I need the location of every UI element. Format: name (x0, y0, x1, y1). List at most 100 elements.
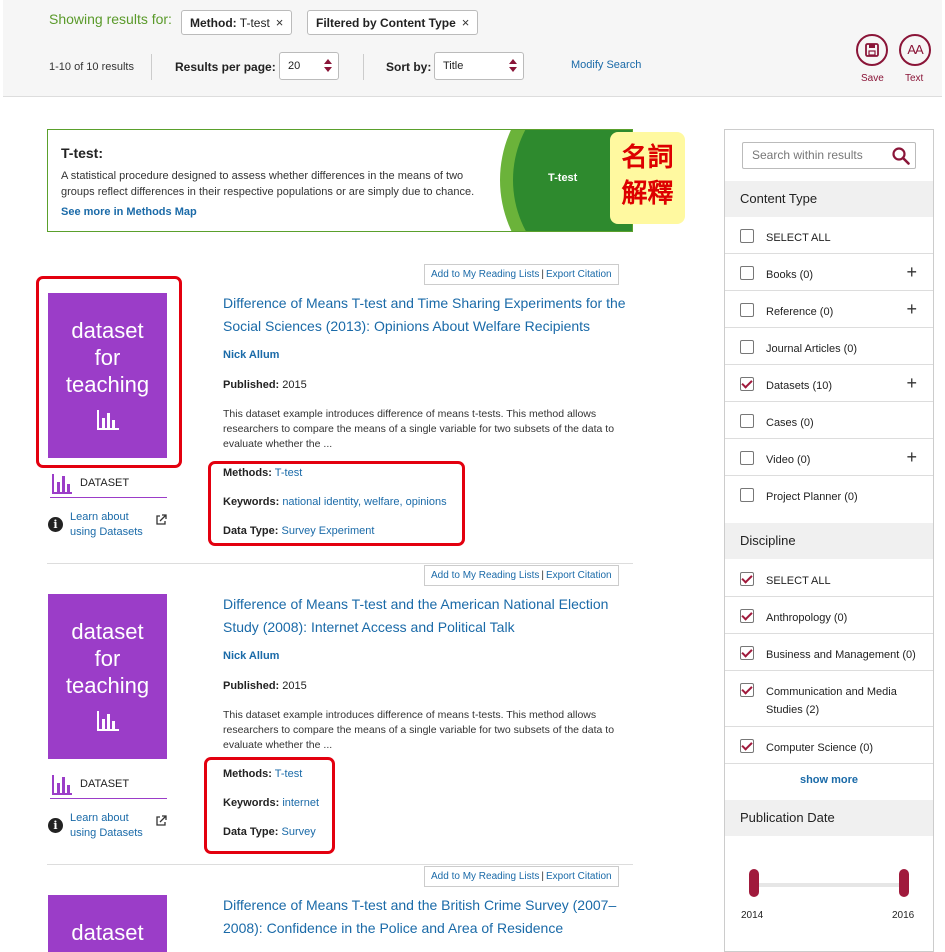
show-more-link[interactable]: show more (725, 774, 933, 786)
result-published: Published: 2015 (223, 379, 307, 391)
showing-label: Showing results for: (49, 11, 172, 27)
learn-link[interactable]: Learn about using Datasets (70, 510, 143, 540)
result-description: This dataset example introduces differen… (223, 709, 615, 751)
bar-chart-icon (96, 711, 119, 731)
method-title: T-test: (61, 145, 103, 161)
chevron-updown-icon (509, 59, 517, 73)
year-min: 2014 (741, 910, 764, 921)
export-citation-link[interactable]: Export Citation (546, 570, 612, 581)
filter-chip-content-type[interactable]: Filtered by Content Type × (307, 10, 479, 35)
sort-value: Title (443, 60, 464, 72)
discipline-anthropology[interactable]: Anthropology (0) (725, 597, 933, 634)
filter-reference[interactable]: Reference (0) + (725, 291, 933, 328)
dataset-thumbnail[interactable]: dataset for teaching (48, 594, 167, 759)
checkbox-checked[interactable] (740, 609, 754, 623)
result-actions: Add to My Reading Lists | Export Citation (424, 264, 619, 285)
chip-value: T-test (236, 16, 270, 30)
slider-handle-max[interactable] (899, 869, 909, 897)
filter-label: Business and Management (0) (766, 649, 916, 661)
divider (151, 54, 152, 80)
bar-chart-icon (52, 775, 72, 795)
filter-datasets[interactable]: Datasets (10) + (725, 365, 933, 402)
slider-handle-min[interactable] (749, 869, 759, 897)
plus-icon[interactable]: + (906, 447, 917, 468)
checkbox[interactable] (740, 229, 754, 243)
plus-icon[interactable]: + (906, 262, 917, 283)
checkbox[interactable] (740, 414, 754, 428)
divider (363, 54, 364, 80)
export-citation-link[interactable]: Export Citation (546, 269, 612, 280)
add-to-reading-list-link[interactable]: Add to My Reading Lists (431, 871, 539, 882)
text-size-button[interactable]: AA (899, 34, 931, 66)
discipline-communication[interactable]: Communication and Media Studies (2) (725, 671, 933, 727)
filter-journal-articles[interactable]: Journal Articles (0) (725, 328, 933, 365)
filter-label: Journal Articles (0) (766, 343, 858, 355)
result-title[interactable]: Difference of Means T-test and Time Shar… (223, 292, 638, 338)
filter-project-planner[interactable]: Project Planner (0) (725, 476, 933, 513)
per-page-select[interactable]: 20 (279, 52, 339, 80)
filter-video[interactable]: Video (0) + (725, 439, 933, 476)
add-to-reading-list-link[interactable]: Add to My Reading Lists (431, 269, 539, 280)
filter-books[interactable]: Books (0) + (725, 254, 933, 291)
bar-chart-icon (52, 474, 72, 494)
date-range-slider[interactable] (754, 883, 904, 887)
discipline-heading: Discipline (725, 523, 933, 559)
add-to-reading-list-link[interactable]: Add to My Reading Lists (431, 570, 539, 581)
checkbox[interactable] (740, 303, 754, 317)
result-description: This dataset example introduces differen… (223, 408, 615, 450)
result-title[interactable]: Difference of Means T-test and the Ameri… (223, 593, 638, 639)
checkbox-checked[interactable] (740, 646, 754, 660)
result-divider (47, 864, 633, 865)
result-author[interactable]: Nick Allum (223, 650, 279, 662)
filter-label: Communication and Media Studies (2) (766, 686, 897, 716)
discipline-select-all[interactable]: SELECT ALL (725, 560, 933, 597)
filter-chip-method[interactable]: Method: T-test × (181, 10, 293, 35)
discipline-computer-science[interactable]: Computer Science (0) (725, 727, 933, 764)
year-max: 2016 (892, 910, 915, 921)
annotation-highlight (204, 757, 335, 854)
search-icon[interactable] (892, 147, 910, 165)
learn-about-datasets[interactable]: i Learn about using Datasets (48, 510, 172, 542)
checkbox-checked[interactable] (740, 683, 754, 697)
close-icon[interactable]: × (462, 15, 470, 30)
plus-icon[interactable]: + (906, 299, 917, 320)
checkbox[interactable] (740, 488, 754, 502)
learn-link[interactable]: Learn about using Datasets (70, 811, 143, 841)
filter-label: Reference (0) (766, 306, 834, 318)
learn-about-datasets[interactable]: i Learn about using Datasets (48, 811, 172, 843)
filter-label: Project Planner (0) (766, 491, 858, 503)
content-type-heading: Content Type (725, 181, 933, 217)
methods-map-link[interactable]: See more in Methods Map (61, 206, 197, 218)
methods-map-graphic-label[interactable]: T-test (548, 172, 577, 184)
external-link-icon (156, 514, 167, 525)
checkbox[interactable] (740, 340, 754, 354)
discipline-business[interactable]: Business and Management (0) (725, 634, 933, 671)
plus-icon[interactable]: + (906, 373, 917, 394)
annotation-highlight (208, 461, 465, 546)
thumbnail-text: dataset (71, 920, 144, 945)
filter-label: Cases (0) (766, 417, 814, 429)
content-type-label: DATASET (50, 771, 167, 799)
dataset-thumbnail[interactable]: dataset (48, 895, 167, 952)
sort-select[interactable]: Title (434, 52, 524, 80)
checkbox[interactable] (740, 266, 754, 280)
result-author[interactable]: Nick Allum (223, 349, 279, 361)
export-citation-link[interactable]: Export Citation (546, 871, 612, 882)
filter-cases[interactable]: Cases (0) (725, 402, 933, 439)
result-title[interactable]: Difference of Means T-test and the Briti… (223, 894, 638, 940)
annotation-highlight (36, 276, 182, 468)
info-icon: i (48, 517, 63, 532)
save-label: Save (861, 73, 884, 84)
save-button[interactable] (856, 34, 888, 66)
checkbox-checked[interactable] (740, 739, 754, 753)
checkbox-checked[interactable] (740, 377, 754, 391)
search-within-results-input[interactable]: Search within results (742, 142, 916, 169)
filter-label: SELECT ALL (766, 575, 831, 587)
modify-search-link[interactable]: Modify Search (571, 59, 641, 71)
filter-select-all[interactable]: SELECT ALL (725, 217, 933, 254)
checkbox[interactable] (740, 451, 754, 465)
result-divider (47, 563, 633, 564)
checkbox-checked[interactable] (740, 572, 754, 586)
published-label: Published: (223, 680, 280, 692)
close-icon[interactable]: × (276, 15, 284, 30)
